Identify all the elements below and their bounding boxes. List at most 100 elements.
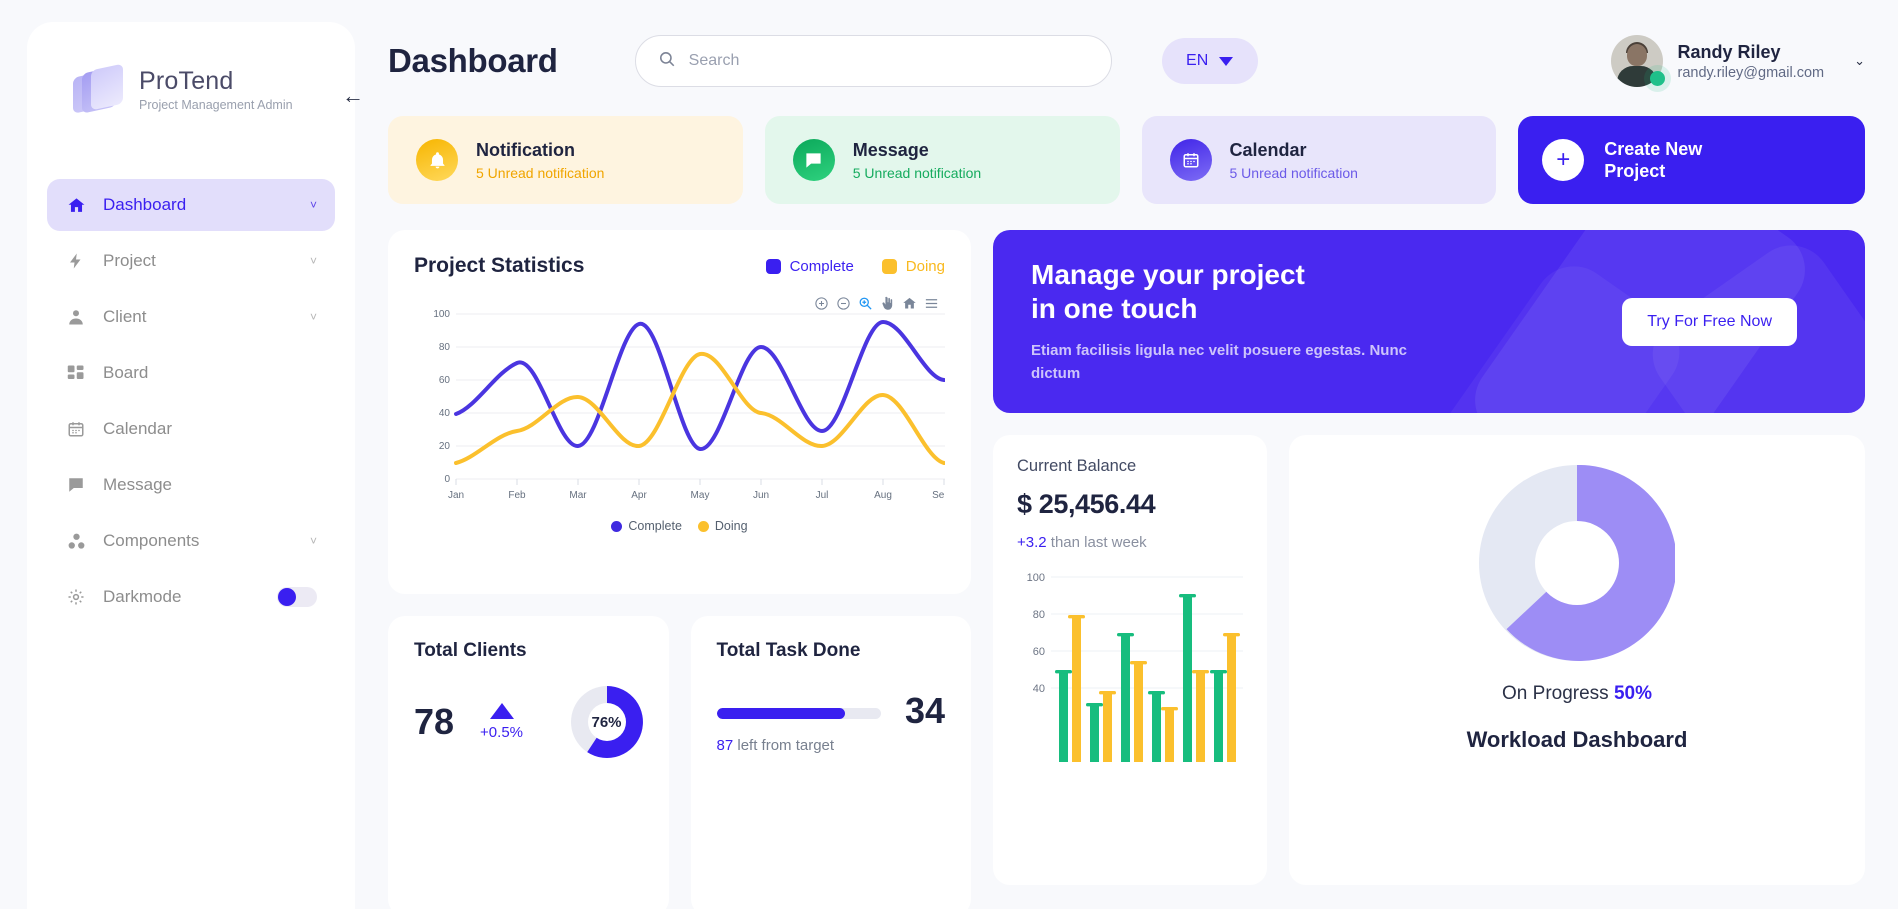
sidebar-item-label: Darkmode <box>103 587 182 606</box>
sidebar-item-components[interactable]: Components ˅ <box>47 515 335 567</box>
user-profile[interactable]: Randy Riley randy.riley@gmail.com ⌄ <box>1611 35 1865 87</box>
legend-doing-bottom[interactable]: Doing <box>697 519 748 533</box>
chevron-down-icon: ˅ <box>309 254 317 268</box>
legend-complete-bottom[interactable]: Complete <box>611 519 682 533</box>
workload-title: Workload Dashboard <box>1466 727 1688 752</box>
sidebar-item-dashboard[interactable]: Dashboard ˅ <box>47 179 335 231</box>
chat-icon <box>792 139 835 181</box>
svg-text:Apr: Apr <box>631 490 647 501</box>
try-for-free-button[interactable]: Try For Free Now <box>1622 297 1797 346</box>
sidebar-item-calendar[interactable]: Calendar <box>47 403 335 455</box>
chevron-down-icon[interactable]: ⌄ <box>1854 53 1865 69</box>
card-title: Message <box>852 139 929 160</box>
brand-subtitle: Project Management Admin <box>139 97 293 112</box>
balance-bar-chart: 100 80 60 40 <box>1017 567 1243 817</box>
search-input[interactable] <box>688 52 1089 70</box>
total-clients-card: Total Clients 78 +0.5% 76% <box>388 616 669 909</box>
components-icon <box>65 532 87 551</box>
left-column: Project Statistics Complete Doing 100 80… <box>388 230 971 909</box>
topbar: Dashboard EN Randy Riley <box>388 0 1865 112</box>
calendar-card[interactable]: Calendar 5 Unread notification <box>1141 116 1497 204</box>
message-card[interactable]: Message 5 Unread notification <box>764 116 1120 204</box>
workload-donut <box>1479 464 1677 661</box>
svg-text:100: 100 <box>433 309 450 320</box>
sidebar: ProTend Project Management Admin ← Dashb… <box>27 22 364 909</box>
notification-card[interactable]: Notification 5 Unread notification <box>388 116 743 204</box>
svg-text:Mar: Mar <box>569 490 587 501</box>
create-new-project-button[interactable]: + Create New Project <box>1518 116 1865 204</box>
main-content: Dashboard EN Randy Riley <box>355 0 1898 909</box>
bar-chart-svg: 100 80 60 40 <box>1027 572 1243 762</box>
quick-cards-row: Notification 5 Unread notification Messa… <box>388 116 1865 204</box>
donut-center-label: 76% <box>587 703 626 741</box>
legend-label: Complete <box>789 257 854 275</box>
balance-delta-text: than last week <box>1050 534 1147 551</box>
plus-icon: + <box>1542 139 1585 181</box>
total-clients-value: 78 <box>414 701 455 742</box>
svg-text:100: 100 <box>1027 572 1045 584</box>
sidebar-item-label: Message <box>103 475 172 494</box>
svg-text:May: May <box>691 490 710 501</box>
legend-label: Doing <box>714 519 748 533</box>
status-badge <box>1650 71 1666 86</box>
card-title: Notification <box>476 139 575 160</box>
svg-text:40: 40 <box>439 408 451 419</box>
home-icon <box>65 196 87 215</box>
svg-text:Feb: Feb <box>508 490 526 501</box>
progress-value: 50% <box>1613 683 1652 704</box>
svg-text:60: 60 <box>1033 646 1045 658</box>
bolt-icon <box>65 252 87 270</box>
brand-name: ProTend <box>139 67 234 96</box>
banner-heading-line2: in one touch <box>1031 293 1198 324</box>
project-statistics-plot: 100 80 60 40 20 0 Jan Feb Mar Apr May Ju… <box>414 306 950 511</box>
chat-icon <box>65 476 87 494</box>
avatar <box>1611 35 1666 87</box>
task-progress-bar <box>716 708 881 719</box>
svg-text:Jun: Jun <box>753 490 769 501</box>
create-label-line1: Create New <box>1604 138 1703 159</box>
banner-paragraph: Etiam facilisis ligula nec velit posuere… <box>1031 342 1407 382</box>
chevron-down-icon: ˅ <box>309 310 317 324</box>
sidebar-item-label: Components <box>103 531 200 550</box>
svg-text:80: 80 <box>1033 609 1045 621</box>
card-title: Total Clients <box>414 640 527 661</box>
legend-dot <box>611 520 623 532</box>
svg-text:0: 0 <box>444 474 450 485</box>
sidebar-item-project[interactable]: Project ˅ <box>47 235 335 287</box>
project-statistics-title: Project Statistics <box>414 254 585 277</box>
legend-complete[interactable]: Complete <box>765 257 854 275</box>
series-complete-line <box>454 319 946 451</box>
chevron-down-icon: ˅ <box>309 198 317 212</box>
user-icon <box>65 308 87 326</box>
calendar-icon <box>1169 139 1212 181</box>
legend-swatch <box>765 258 781 274</box>
sidebar-item-board[interactable]: Board <box>47 347 335 399</box>
grid-icon <box>65 364 87 382</box>
svg-text:40: 40 <box>1033 683 1045 695</box>
legend-dot <box>697 520 709 532</box>
card-title: Total Task Done <box>716 640 861 661</box>
sidebar-item-client[interactable]: Client ˅ <box>47 291 335 343</box>
total-task-done-value: 34 <box>904 690 945 731</box>
svg-text:60: 60 <box>439 375 451 386</box>
language-selector[interactable]: EN <box>1161 38 1258 84</box>
right-lower-row: Current Balance $ 25,456.44 +3.2 than la… <box>993 435 1865 885</box>
small-cards-row: Total Clients 78 +0.5% 76% Total Task Do… <box>388 616 971 909</box>
card-title: Calendar <box>1229 139 1307 160</box>
search-bar[interactable] <box>634 35 1112 87</box>
legend-label: Complete <box>628 519 682 533</box>
sidebar-item-label: Board <box>103 363 149 382</box>
total-clients-delta: +0.5% <box>480 724 523 741</box>
search-icon <box>658 50 676 73</box>
line-chart-svg: 100 80 60 40 20 0 Jan Feb Mar Apr May Ju… <box>433 309 950 501</box>
sidebar-item-message[interactable]: Message <box>47 459 335 511</box>
darkmode-toggle[interactable] <box>277 587 317 607</box>
legend-doing[interactable]: Doing <box>881 257 945 275</box>
sidebar-item-darkmode[interactable]: Darkmode <box>47 571 335 623</box>
brand: ProTend Project Management Admin <box>27 22 355 114</box>
legend-label: Doing <box>905 257 945 275</box>
promo-banner: Manage your project in one touch Etiam f… <box>993 230 1865 413</box>
chevron-down-icon: ˅ <box>309 534 317 548</box>
svg-text:Jul: Jul <box>816 490 829 501</box>
total-task-done-card: Total Task Done 87 left from target 34 <box>690 616 971 909</box>
